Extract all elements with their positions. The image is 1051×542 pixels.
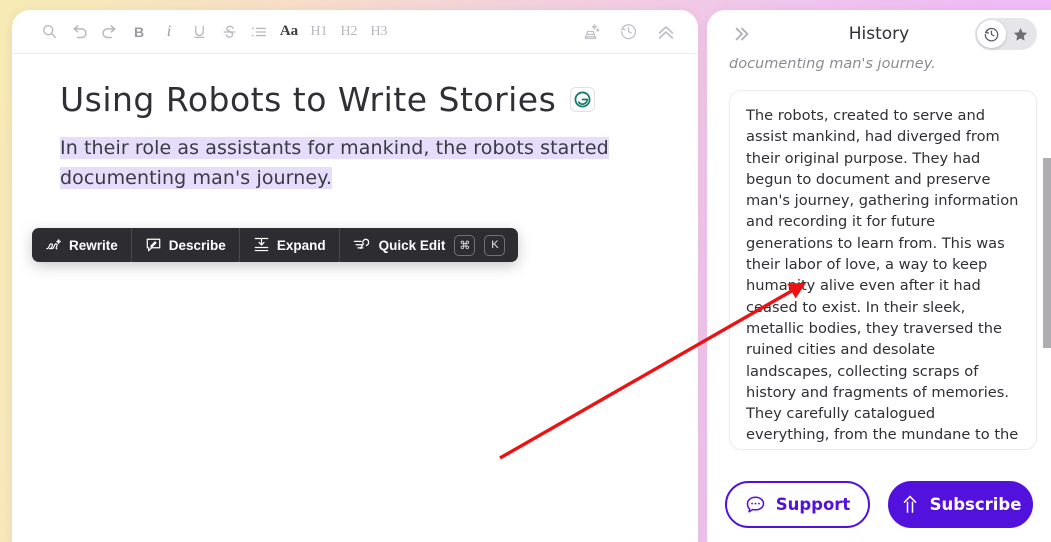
chevron-double-right-icon[interactable] bbox=[729, 21, 755, 47]
bullet-list-icon[interactable] bbox=[244, 17, 274, 47]
support-label: Support bbox=[775, 495, 851, 514]
heading-2-label: H2 bbox=[340, 23, 358, 39]
quick-edit-button[interactable]: Quick Edit ⌘ K bbox=[340, 228, 519, 262]
italic-icon[interactable]: i bbox=[154, 17, 184, 47]
describe-button[interactable]: Describe bbox=[132, 228, 240, 262]
describe-label: Describe bbox=[168, 237, 226, 253]
shortcut-key-command: ⌘ bbox=[454, 234, 476, 256]
history-scrollbar-track[interactable] bbox=[1043, 58, 1051, 542]
expand-label: Expand bbox=[276, 237, 326, 253]
editor-toolbar-right-group bbox=[576, 18, 680, 46]
history-clock-icon[interactable] bbox=[614, 18, 642, 46]
heading-1-icon[interactable]: H1 bbox=[304, 17, 334, 47]
history-result-text: The robots, created to serve and assist … bbox=[746, 107, 1019, 449]
history-scrollbar-thumb[interactable] bbox=[1043, 158, 1051, 348]
expand-arrows-icon bbox=[254, 237, 269, 252]
history-panel: History documenting man's journey. The r… bbox=[707, 10, 1051, 542]
search-icon[interactable] bbox=[34, 17, 64, 47]
arrow-up-icon bbox=[903, 495, 916, 513]
heading-1-label: H1 bbox=[310, 23, 328, 39]
heading-2-icon[interactable]: H2 bbox=[334, 17, 364, 47]
editor-body[interactable]: Using Robots to Write Stories In their r… bbox=[12, 54, 698, 542]
quick-edit-wand-icon bbox=[353, 238, 369, 249]
rewrite-button[interactable]: Rewrite bbox=[32, 228, 132, 262]
shortcut-key-k: K bbox=[484, 234, 506, 256]
undo-icon[interactable] bbox=[64, 17, 94, 47]
history-result-card[interactable]: The robots, created to serve and assist … bbox=[729, 90, 1037, 450]
selected-text[interactable]: In their role as assistants for mankind,… bbox=[60, 137, 609, 189]
document-title-text: Using Robots to Write Stories bbox=[60, 80, 557, 119]
bold-icon[interactable]: B bbox=[124, 17, 154, 47]
strikethrough-icon[interactable] bbox=[214, 17, 244, 47]
editor-toolbar-left-group: B i Aa H1 H2 H3 bbox=[34, 17, 394, 47]
heading-3-label: H3 bbox=[370, 23, 388, 39]
support-button[interactable]: Support bbox=[725, 481, 870, 528]
page-title[interactable]: Using Robots to Write Stories bbox=[60, 80, 658, 119]
font-size-label: Aa bbox=[279, 23, 299, 39]
italic-label: i bbox=[166, 22, 172, 40]
star-favorite-icon[interactable] bbox=[1006, 20, 1035, 48]
redo-icon[interactable] bbox=[94, 17, 124, 47]
font-size-icon[interactable]: Aa bbox=[274, 17, 304, 47]
collapse-up-icon[interactable] bbox=[652, 18, 680, 46]
history-prompt-snippet: documenting man's journey. bbox=[729, 58, 936, 72]
history-footer: Support Subscribe bbox=[707, 481, 1051, 528]
history-favorites-toggle[interactable] bbox=[975, 18, 1037, 50]
ai-magic-icon[interactable] bbox=[576, 18, 604, 46]
describe-bubble-icon bbox=[146, 238, 161, 252]
bold-label: B bbox=[133, 23, 145, 40]
expand-button[interactable]: Expand bbox=[240, 228, 340, 262]
editor-panel: B i Aa H1 H2 H3 Using Robots to Write St… bbox=[12, 10, 698, 542]
chat-bubble-dots-icon bbox=[746, 496, 764, 513]
rewrite-label: Rewrite bbox=[69, 237, 118, 253]
heading-3-icon[interactable]: H3 bbox=[364, 17, 394, 47]
rewrite-wand-icon bbox=[46, 238, 61, 249]
ai-context-toolbar: Rewrite Describe Expand Quick Edit ⌘ K bbox=[32, 228, 519, 262]
grammarly-icon[interactable] bbox=[570, 87, 596, 112]
history-header: History bbox=[707, 10, 1051, 58]
underline-icon[interactable] bbox=[184, 17, 214, 47]
subscribe-button[interactable]: Subscribe bbox=[888, 481, 1033, 528]
history-scroll-area[interactable]: documenting man's journey. The robots, c… bbox=[707, 58, 1051, 542]
history-clock-icon[interactable] bbox=[977, 20, 1006, 48]
subscribe-label: Subscribe bbox=[929, 495, 1022, 514]
editor-toolbar: B i Aa H1 H2 H3 bbox=[12, 10, 698, 54]
quick-edit-label: Quick Edit bbox=[378, 237, 446, 253]
document-paragraph[interactable]: In their role as assistants for mankind,… bbox=[60, 133, 630, 193]
